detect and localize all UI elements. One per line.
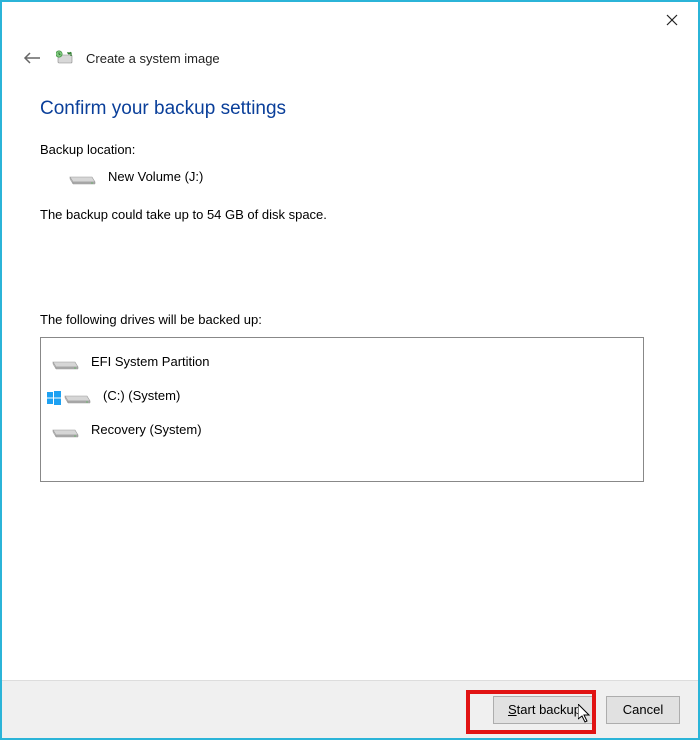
drive-row: EFI System Partition xyxy=(41,344,643,378)
drive-name: (C:) (System) xyxy=(103,388,180,403)
windows-badge-icon xyxy=(47,391,61,405)
close-icon xyxy=(666,14,678,26)
drive-row: (C:) (System) xyxy=(41,378,643,412)
footer: Start backup Cancel xyxy=(2,680,698,738)
cancel-button[interactable]: Cancel xyxy=(606,696,680,724)
backup-location-value: New Volume (J:) xyxy=(108,169,203,184)
space-info: The backup could take up to 54 GB of dis… xyxy=(40,207,660,222)
disk-icon xyxy=(68,167,96,185)
system-image-icon xyxy=(56,49,74,67)
header: Create a system image xyxy=(2,38,698,70)
close-button[interactable] xyxy=(652,6,692,34)
disk-icon xyxy=(51,352,79,370)
start-backup-label: tart backup xyxy=(517,702,581,717)
backup-location-label: Backup location: xyxy=(40,142,660,157)
drives-list-label: The following drives will be backed up: xyxy=(40,312,660,327)
start-backup-button[interactable]: Start backup xyxy=(493,696,596,724)
page-title: Confirm your backup settings xyxy=(40,98,660,120)
disk-icon xyxy=(63,386,91,404)
dialog-window: Create a system image Confirm your backu… xyxy=(0,0,700,740)
content-area: Confirm your backup settings Backup loca… xyxy=(2,70,698,492)
back-button[interactable] xyxy=(20,46,44,70)
drive-row: Recovery (System) xyxy=(41,412,643,446)
drive-name: Recovery (System) xyxy=(91,422,202,437)
back-arrow-icon xyxy=(23,51,41,65)
header-title: Create a system image xyxy=(86,51,220,66)
backup-location-row: New Volume (J:) xyxy=(40,167,660,185)
titlebar xyxy=(2,2,698,38)
disk-icon xyxy=(51,420,79,438)
drives-list: EFI System Partition (C xyxy=(40,337,644,482)
drive-name: EFI System Partition xyxy=(91,354,209,369)
